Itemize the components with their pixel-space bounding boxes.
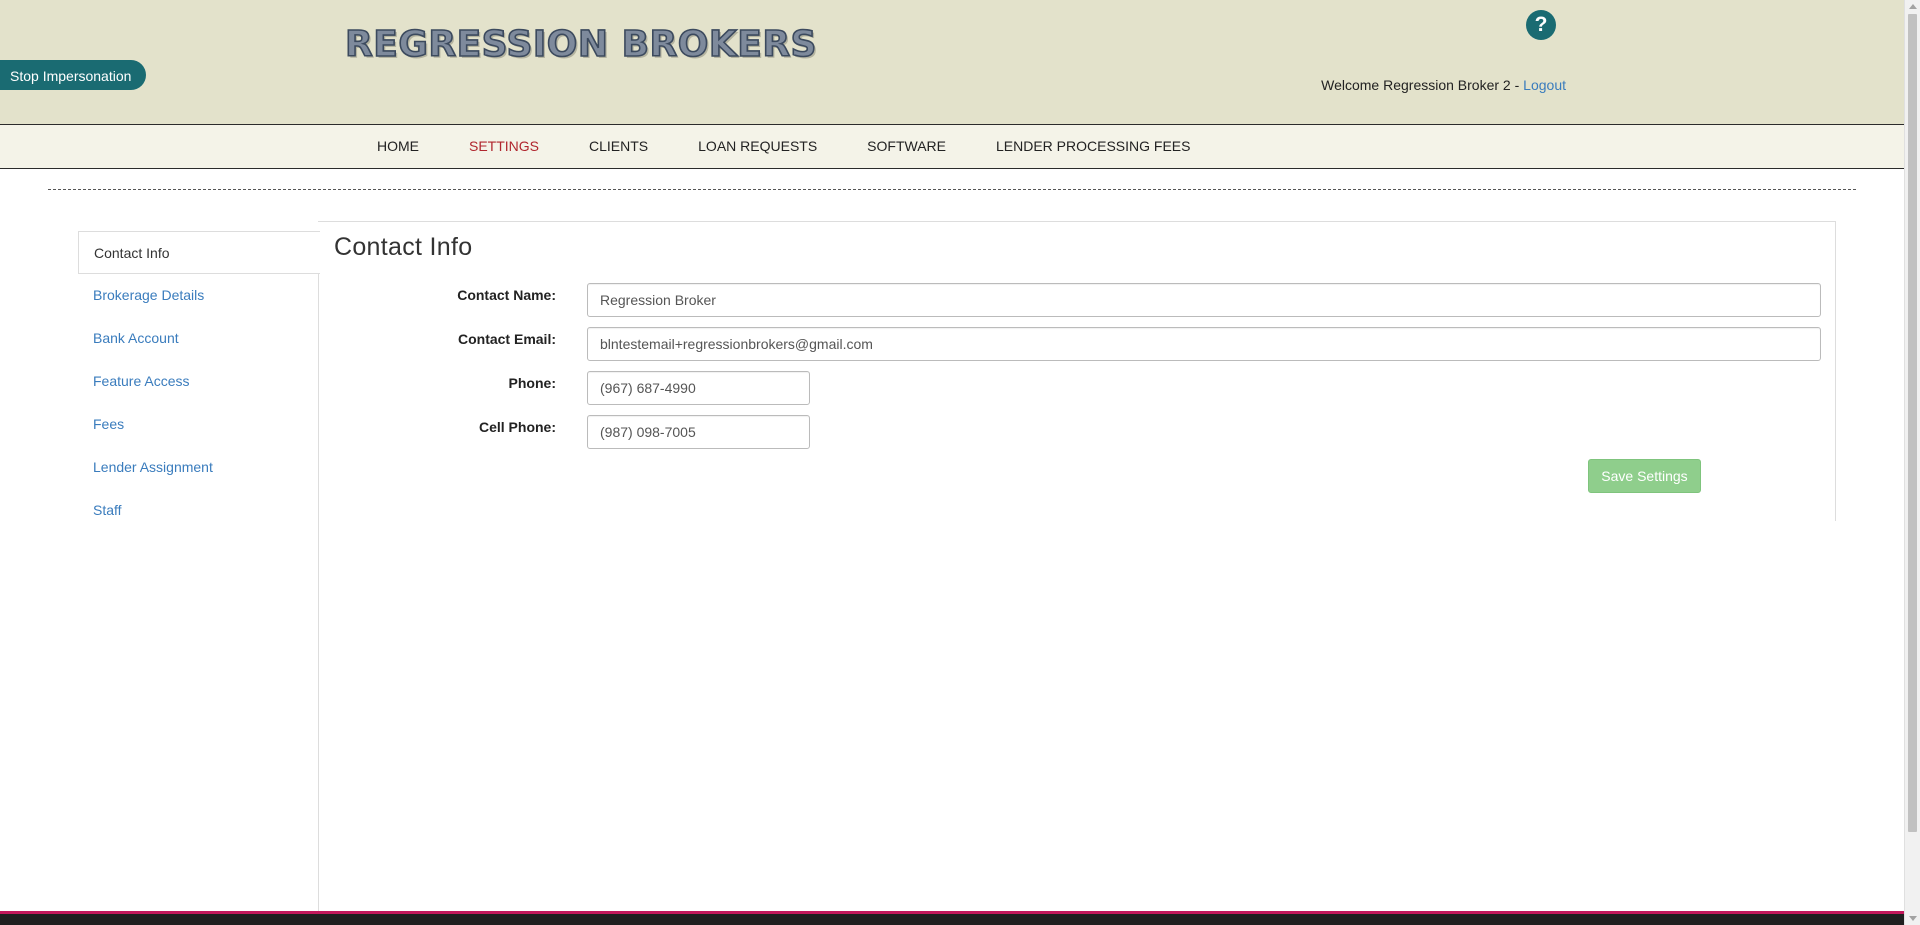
scroll-thumb[interactable] — [1908, 14, 1917, 832]
sidebar-item-feature-access[interactable]: Feature Access — [78, 360, 320, 403]
sidebar-item-contact-info[interactable]: Contact Info — [78, 231, 320, 274]
phone-input[interactable] — [587, 371, 810, 405]
nav-software[interactable]: SOFTWARE — [842, 125, 971, 168]
nav-loan-requests[interactable]: LOAN REQUESTS — [673, 125, 842, 168]
nav-home[interactable]: HOME — [352, 125, 444, 168]
sidebar-item-staff[interactable]: Staff — [78, 489, 320, 532]
welcome-text: Welcome Regression Broker 2 - — [1321, 77, 1524, 93]
nav-clients[interactable]: CLIENTS — [564, 125, 673, 168]
cell-phone-label: Cell Phone: — [478, 419, 556, 435]
main-nav: HOME SETTINGS CLIENTS LOAN REQUESTS SOFT… — [0, 125, 1904, 169]
app-header: Stop Impersonation REGRESSION BROKERS ? … — [0, 0, 1904, 125]
scroll-up-icon[interactable] — [1909, 4, 1917, 9]
page-title: Contact Info — [334, 233, 473, 261]
contact-name-input[interactable] — [587, 283, 1821, 317]
contact-email-input[interactable] — [587, 327, 1821, 361]
logout-link[interactable]: Logout — [1523, 77, 1566, 93]
sidebar-item-brokerage-details[interactable]: Brokerage Details — [78, 274, 320, 317]
contact-email-label: Contact Email: — [457, 331, 556, 347]
nav-settings[interactable]: SETTINGS — [444, 125, 564, 168]
settings-sidebar: Contact Info Brokerage Details Bank Acco… — [78, 231, 320, 532]
phone-label: Phone: — [508, 375, 556, 391]
help-icon[interactable]: ? — [1526, 10, 1556, 40]
scroll-down-icon[interactable] — [1909, 916, 1917, 921]
sidebar-item-lender-assignment[interactable]: Lender Assignment — [78, 446, 320, 489]
footer-bar — [0, 911, 1904, 925]
nav-lender-processing-fees[interactable]: LENDER PROCESSING FEES — [971, 125, 1216, 168]
contact-name-label: Contact Name: — [457, 287, 556, 303]
save-settings-button[interactable]: Save Settings — [1588, 459, 1701, 493]
brand-logo[interactable]: REGRESSION BROKERS — [344, 23, 817, 66]
vertical-scrollbar[interactable] — [1904, 0, 1920, 925]
sidebar-item-bank-account[interactable]: Bank Account — [78, 317, 320, 360]
sidebar-item-fees[interactable]: Fees — [78, 403, 320, 446]
section-divider — [48, 189, 1856, 190]
cell-phone-input[interactable] — [587, 415, 810, 449]
stop-impersonation-button[interactable]: Stop Impersonation — [0, 60, 146, 90]
welcome-message: Welcome Regression Broker 2 - Logout — [1321, 77, 1566, 93]
